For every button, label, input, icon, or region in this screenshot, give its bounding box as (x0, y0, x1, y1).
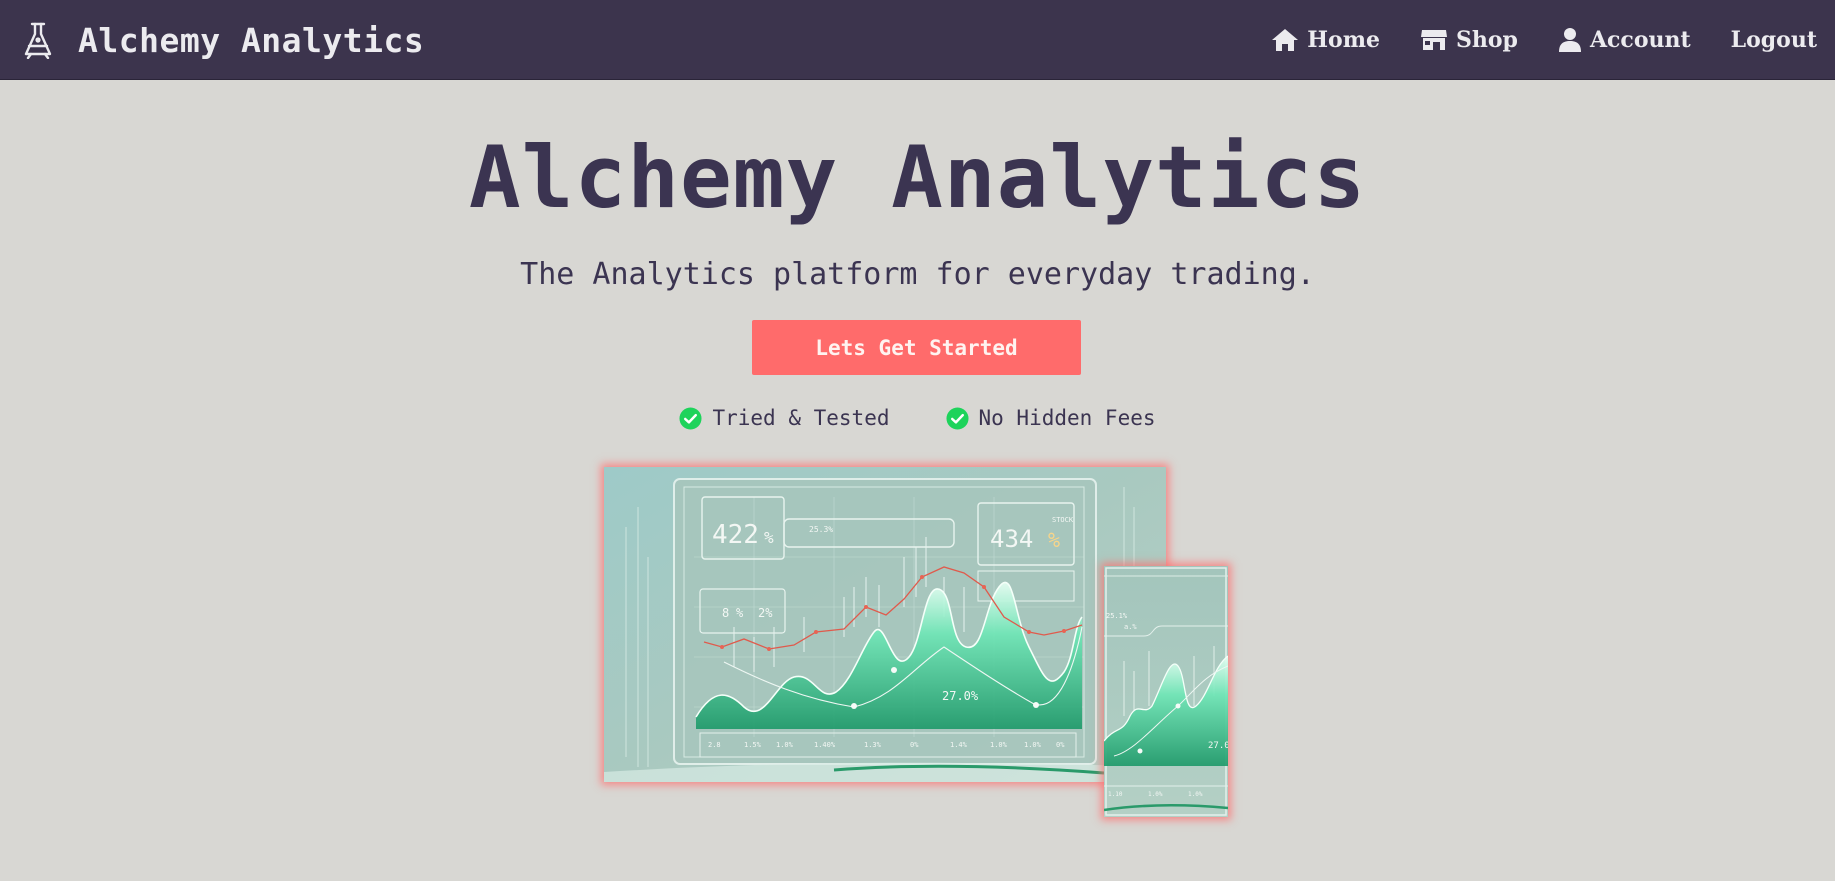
svg-text:0%: 0% (1056, 741, 1065, 749)
check-circle-icon (679, 406, 703, 430)
nav-links: Home Shop Account Logout (1271, 0, 1817, 80)
phone-note: 25.1% (1106, 612, 1128, 620)
nav-home-link[interactable]: Home (1271, 27, 1380, 53)
feature-item: No Hidden Fees (945, 406, 1156, 430)
stat-value: 8 (722, 606, 729, 620)
feature-list: Tried & Tested No Hidden Fees (0, 406, 1835, 430)
stat-unit: % (736, 606, 744, 620)
get-started-button[interactable]: Lets Get Started (752, 320, 1081, 375)
svg-text:1.0%: 1.0% (1188, 791, 1203, 798)
svg-text:1.10: 1.10 (1108, 791, 1123, 798)
nav-logout-link[interactable]: Logout (1731, 27, 1817, 53)
flask-icon (22, 21, 54, 59)
chart-label: 27.0% (942, 689, 979, 703)
stat-value: 422 (712, 520, 759, 550)
nav-logout-label: Logout (1730, 27, 1817, 53)
top-navbar: Alchemy Analytics Home Shop Account Logo… (0, 0, 1835, 80)
svg-text:0%: 0% (910, 741, 919, 749)
svg-text:1.0%: 1.0% (1148, 791, 1163, 798)
feature-label: No Hidden Fees (978, 406, 1156, 430)
dashboard-phone-mockup: 25.1% a.% 27.0 1.10 1.0% 1.0% (1104, 566, 1228, 817)
brand[interactable]: Alchemy Analytics (22, 0, 424, 80)
svg-text:1.40%: 1.40% (814, 741, 836, 749)
nav-shop-label: Shop (1456, 27, 1518, 53)
shop-icon (1420, 28, 1448, 52)
svg-text:1.3%: 1.3% (864, 741, 882, 749)
svg-text:1.0%: 1.0% (1024, 741, 1042, 749)
nav-shop-link[interactable]: Shop (1420, 27, 1518, 53)
nav-home-label: Home (1307, 27, 1380, 53)
stat-value: 434 (990, 525, 1033, 553)
feature-label: Tried & Tested (712, 406, 890, 430)
hero-subtitle: The Analytics platform for everyday trad… (520, 257, 1315, 292)
svg-text:a.%: a.% (1124, 623, 1137, 631)
stat-note: 25.3% (809, 525, 833, 534)
stock-label: STOCK (1052, 516, 1074, 524)
svg-text:1.0%: 1.0% (776, 741, 794, 749)
phone-chart-label: 27.0 (1208, 741, 1228, 751)
svg-text:1.5%: 1.5% (744, 741, 762, 749)
dashboard-desktop-mockup: 422 % 25.3% STOCK 434 % 8 % 2% 27.0% 2.8… (604, 467, 1166, 782)
svg-text:2.8: 2.8 (708, 741, 721, 749)
feature-item: Tried & Tested (679, 406, 890, 430)
nav-account-label: Account (1589, 27, 1691, 53)
svg-text:1.4%: 1.4% (950, 741, 968, 749)
hero-title: Alchemy Analytics (468, 128, 1367, 228)
brand-title: Alchemy Analytics (78, 20, 425, 60)
stat-unit: % (764, 528, 774, 547)
stat-unit: % (1048, 528, 1060, 552)
stat-value: 2% (758, 606, 773, 620)
user-icon (1558, 27, 1582, 53)
home-icon (1271, 28, 1299, 52)
svg-text:1.0%: 1.0% (990, 741, 1008, 749)
nav-account-link[interactable]: Account (1558, 27, 1691, 53)
check-circle-icon (945, 406, 969, 430)
